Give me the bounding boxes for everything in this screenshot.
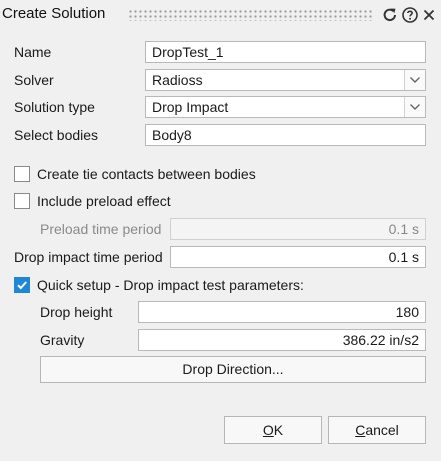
reset-icon[interactable] xyxy=(381,6,399,24)
select-bodies-label: Select bodies xyxy=(14,127,99,143)
quick-setup-label: Quick setup - Drop impact test parameter… xyxy=(37,277,304,293)
close-icon[interactable] xyxy=(420,6,438,24)
solver-label: Solver xyxy=(14,72,54,88)
tie-contacts-checkbox[interactable] xyxy=(14,166,30,182)
create-solution-dialog: Create Solution Name DropTest_1 Solver R… xyxy=(0,0,441,461)
preload-time-label: Preload time period xyxy=(40,221,162,237)
ok-label-rest: K xyxy=(273,422,284,438)
solution-type-value: Drop Impact xyxy=(152,99,229,115)
preload-checkbox[interactable] xyxy=(14,193,30,209)
solver-select[interactable]: Radioss xyxy=(145,69,426,91)
cancel-mnemonic: C xyxy=(355,422,366,438)
tie-contacts-label: Create tie contacts between bodies xyxy=(37,166,256,182)
drop-time-label: Drop impact time period xyxy=(14,249,163,265)
solution-type-select[interactable]: Drop Impact xyxy=(145,96,426,118)
ok-mnemonic: O xyxy=(262,422,274,438)
title-bar[interactable]: Create Solution xyxy=(0,0,441,30)
drop-time-input[interactable]: 0.1 s xyxy=(170,246,426,268)
check-icon xyxy=(17,281,27,290)
solver-value: Radioss xyxy=(152,72,203,88)
name-input[interactable]: DropTest_1 xyxy=(145,41,426,63)
cancel-button[interactable]: Cancel xyxy=(328,416,426,444)
gravity-label: Gravity xyxy=(40,332,85,348)
chevron-down-icon[interactable] xyxy=(404,97,425,117)
preload-label: Include preload effect xyxy=(37,193,171,209)
drop-height-label: Drop height xyxy=(40,304,113,320)
drop-height-input[interactable]: 180 xyxy=(138,301,426,323)
name-label: Name xyxy=(14,44,52,60)
cancel-label-rest: ancel xyxy=(365,422,399,438)
solution-type-label: Solution type xyxy=(14,99,95,115)
drag-handle[interactable] xyxy=(128,9,372,21)
select-bodies-input[interactable]: Body8 xyxy=(145,124,426,146)
quick-setup-checkbox[interactable] xyxy=(14,277,30,293)
help-icon[interactable] xyxy=(401,6,419,24)
gravity-input[interactable]: 386.22 in/s2 xyxy=(138,329,426,351)
chevron-down-icon[interactable] xyxy=(404,70,425,90)
preload-time-input: 0.1 s xyxy=(170,218,426,240)
ok-button[interactable]: OK xyxy=(224,416,322,444)
drop-direction-button[interactable]: Drop Direction... xyxy=(40,356,426,383)
dialog-title: Create Solution xyxy=(2,5,106,22)
